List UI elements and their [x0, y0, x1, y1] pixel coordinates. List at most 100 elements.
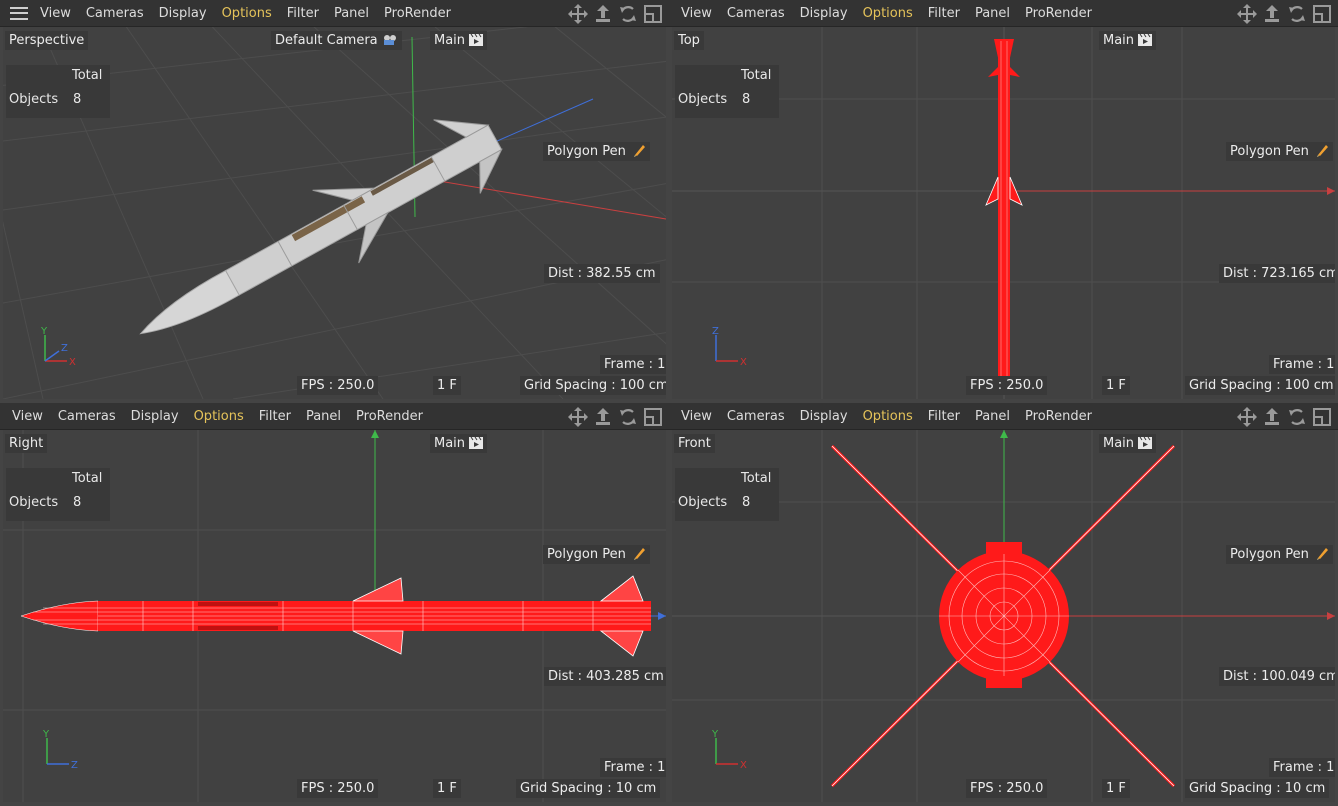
view-navigation-icons [568, 4, 663, 24]
active-tool-label: Polygon Pen [1226, 545, 1333, 564]
axis-gizmo: Z X [712, 326, 747, 368]
menu-display[interactable]: Display [159, 6, 207, 21]
viewport-name[interactable]: Perspective [5, 31, 89, 50]
camera-name: Default Camera [275, 33, 378, 48]
viewport-front[interactable]: View Cameras Display Options Filter Pane… [669, 403, 1338, 806]
menu-display[interactable]: Display [131, 409, 179, 424]
menu-cameras[interactable]: Cameras [58, 409, 116, 424]
menu-view[interactable]: View [681, 409, 712, 424]
view-navigation-icons [1237, 407, 1332, 427]
menu-prorender[interactable]: ProRender [1025, 6, 1092, 21]
menu-options[interactable]: Options [222, 6, 272, 21]
tool-name: Polygon Pen [1230, 144, 1309, 159]
menu-filter[interactable]: Filter [287, 6, 319, 21]
move-view-icon[interactable] [568, 407, 588, 427]
move-view-icon[interactable] [1237, 407, 1257, 427]
layout-selector[interactable]: Main [430, 31, 488, 50]
menu-view[interactable]: View [40, 6, 71, 21]
frame-count: 1 F [433, 376, 461, 395]
maximize-view-icon[interactable] [643, 4, 663, 24]
zoom-view-icon[interactable] [593, 4, 613, 24]
viewport-menubar: View Cameras Display Options Filter Pane… [0, 0, 669, 27]
active-tool-label: Polygon Pen [1226, 142, 1333, 161]
menu-prorender[interactable]: ProRender [356, 409, 423, 424]
viewport-name[interactable]: Right [5, 434, 48, 453]
menu-filter[interactable]: Filter [928, 6, 960, 21]
move-view-icon[interactable] [568, 4, 588, 24]
menu-prorender[interactable]: ProRender [384, 6, 451, 21]
menu-panel[interactable]: Panel [334, 6, 369, 21]
viewport-canvas[interactable]: Front Main Total Objects 8 Polygon Pen D… [672, 430, 1335, 802]
missile-wireframe-side[interactable] [20, 575, 651, 657]
stats-panel: Total Objects 8 [675, 468, 779, 521]
camera-distance: Dist : 723.165 cm [1219, 264, 1335, 283]
menu-filter[interactable]: Filter [928, 409, 960, 424]
maximize-view-icon[interactable] [1312, 407, 1332, 427]
menu-cameras[interactable]: Cameras [727, 6, 785, 21]
layout-selector[interactable]: Main [1099, 434, 1157, 453]
menu-options[interactable]: Options [194, 409, 244, 424]
layout-name: Main [434, 33, 466, 48]
polygon-pen-icon [633, 145, 645, 157]
axis-label-x: X [69, 357, 76, 368]
move-view-icon[interactable] [1237, 4, 1257, 24]
camera-distance: Dist : 100.049 cm [1219, 667, 1335, 686]
menu-view[interactable]: View [12, 409, 43, 424]
stats-label: Objects [9, 495, 59, 510]
rotate-view-icon[interactable] [618, 4, 638, 24]
menu-options[interactable]: Options [863, 409, 913, 424]
menu-panel[interactable]: Panel [975, 6, 1010, 21]
viewport-top[interactable]: View Cameras Display Options Filter Pane… [669, 0, 1338, 403]
clapperboard-icon [1138, 34, 1153, 46]
grid-spacing: Grid Spacing : 100 cm [520, 376, 666, 395]
maximize-view-icon[interactable] [1312, 4, 1332, 24]
menu-cameras[interactable]: Cameras [86, 6, 144, 21]
menu-cameras[interactable]: Cameras [727, 409, 785, 424]
viewport-right[interactable]: View Cameras Display Options Filter Pane… [0, 403, 669, 806]
frame-readout: Frame : 1 [600, 758, 666, 777]
clapperboard-icon [469, 34, 484, 46]
maximize-view-icon[interactable] [643, 407, 663, 427]
viewport-canvas[interactable]: Right Main Total Objects 8 Polygon Pen D… [3, 430, 666, 802]
viewport-canvas[interactable]: Top Main Total Objects 8 Polygon Pen Dis… [672, 27, 1335, 399]
layout-selector[interactable]: Main [430, 434, 488, 453]
layout-name: Main [1103, 33, 1135, 48]
fps-readout: FPS : 250.0 [297, 779, 379, 798]
axis-label-z: Z [71, 760, 78, 771]
tool-name: Polygon Pen [547, 547, 626, 562]
grid-spacing: Grid Spacing : 10 cm [1185, 779, 1330, 798]
menu-prorender[interactable]: ProRender [1025, 409, 1092, 424]
viewport-name[interactable]: Top [674, 31, 704, 50]
rotate-view-icon[interactable] [1287, 4, 1307, 24]
camera-distance: Dist : 382.55 cm [544, 264, 660, 283]
menu-filter[interactable]: Filter [259, 409, 291, 424]
zoom-view-icon[interactable] [1262, 4, 1282, 24]
menu-panel[interactable]: Panel [975, 409, 1010, 424]
clapperboard-icon [1138, 437, 1153, 449]
clapperboard-icon [469, 437, 484, 449]
layout-selector[interactable]: Main [1099, 31, 1157, 50]
hamburger-menu-icon[interactable] [10, 6, 28, 20]
menu-panel[interactable]: Panel [306, 409, 341, 424]
frame-readout: Frame : 1 [1269, 355, 1335, 374]
axis-gizmo: Y Z [42, 729, 78, 771]
menu-display[interactable]: Display [800, 6, 848, 21]
axis-label-y: Y [711, 729, 719, 740]
axis-gizmo: Y X [711, 729, 747, 771]
zoom-view-icon[interactable] [593, 407, 613, 427]
fps-readout: FPS : 250.0 [966, 376, 1048, 395]
stats-value: 8 [742, 495, 751, 510]
viewport-name[interactable]: Front [674, 434, 715, 453]
stats-label: Objects [678, 495, 728, 510]
rotate-view-icon[interactable] [1287, 407, 1307, 427]
zoom-view-icon[interactable] [1262, 407, 1282, 427]
viewport-perspective[interactable]: View Cameras Display Options Filter Pane… [0, 0, 669, 403]
menu-view[interactable]: View [681, 6, 712, 21]
camera-selector[interactable]: Default Camera [271, 31, 402, 50]
rotate-view-icon[interactable] [618, 407, 638, 427]
viewport-canvas[interactable]: Perspective Default Camera Main Total Ob… [3, 27, 666, 399]
menu-options[interactable]: Options [863, 6, 913, 21]
menu-display[interactable]: Display [800, 409, 848, 424]
stats-header: Total [741, 68, 772, 83]
missile-wireframe-top[interactable] [985, 39, 1023, 387]
